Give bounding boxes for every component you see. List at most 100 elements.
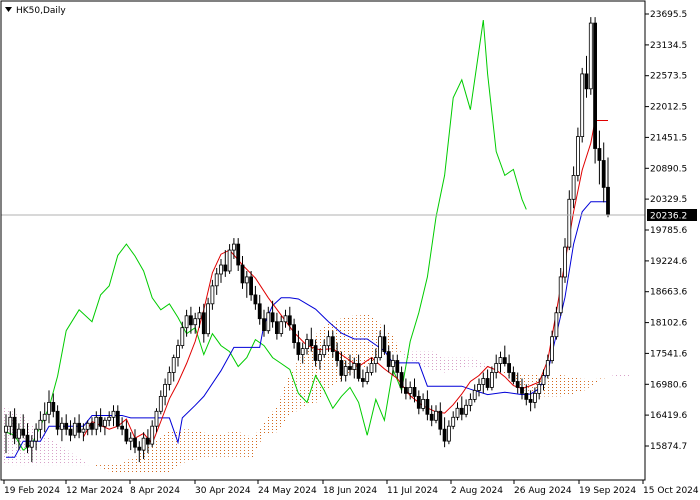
cloud-segment xyxy=(107,465,112,472)
candle-down xyxy=(601,160,606,188)
candle-up xyxy=(163,383,168,397)
cloud-segment xyxy=(279,396,284,427)
time-tick-label: 26 Aug 2024 xyxy=(514,486,572,496)
candle-down xyxy=(55,410,60,430)
cloud-segment xyxy=(128,458,133,473)
price-tick-label: 20329.5 xyxy=(650,195,687,205)
candle-up xyxy=(107,416,112,421)
cloud-segment xyxy=(390,335,396,352)
candle-up xyxy=(283,315,288,323)
price-tick-label: 21451.5 xyxy=(650,133,687,143)
candle-up xyxy=(72,422,77,436)
candle-down xyxy=(438,410,443,430)
candle-down xyxy=(292,324,297,344)
candle-up xyxy=(300,348,305,356)
price-tick-label: 23695.5 xyxy=(650,10,687,20)
candle-down xyxy=(520,386,524,394)
cloud-segment xyxy=(72,456,77,466)
candle-up xyxy=(227,249,232,272)
candle-down xyxy=(124,428,129,442)
candle-up xyxy=(464,404,469,415)
price-tick-label: 18663.6 xyxy=(650,288,687,298)
candle-down xyxy=(485,378,490,388)
cloud-segment xyxy=(94,465,99,467)
price-tick-label: 19224.6 xyxy=(650,257,687,267)
candle-up xyxy=(81,428,86,433)
candle-down xyxy=(223,264,228,272)
candle-up xyxy=(472,389,477,400)
cloud-segment xyxy=(597,378,602,380)
candle-down xyxy=(12,416,17,439)
cloud-segment xyxy=(111,465,116,472)
cloud-segment xyxy=(399,350,404,352)
price-axis: 23695.5 23134.5 22573.5 22012.5 21451.5 20890… xyxy=(645,10,697,452)
chikou-span-line xyxy=(5,20,527,451)
candle-up xyxy=(47,401,51,415)
cloud-segment xyxy=(429,351,434,371)
symbol-dropdown-icon[interactable] xyxy=(5,7,12,12)
cloud-segment xyxy=(227,432,232,457)
candle-down xyxy=(348,366,352,370)
cloud-segment xyxy=(253,432,258,450)
cloud-segment xyxy=(459,357,464,369)
candle-down xyxy=(145,437,150,445)
candle-up xyxy=(588,22,593,90)
cloud-segment xyxy=(162,433,168,473)
candle-up xyxy=(567,198,572,248)
cloud-segment xyxy=(223,433,228,457)
candle-down xyxy=(240,264,245,284)
cloud-segment xyxy=(236,431,241,457)
cloud-segment xyxy=(584,379,589,390)
time-tick-label: 30 Apr 2024 xyxy=(195,486,251,496)
cloud-segment xyxy=(468,357,473,367)
candle-up xyxy=(210,285,215,305)
candle-up xyxy=(369,363,374,373)
candle-down xyxy=(201,312,206,335)
candle-down xyxy=(274,321,279,335)
cloud-segment xyxy=(68,453,73,466)
candle-up xyxy=(85,422,90,430)
candle-down xyxy=(68,428,73,436)
cloud-segment xyxy=(124,460,129,473)
cloud-segment xyxy=(167,431,172,473)
candle-up xyxy=(451,416,456,427)
candle-down xyxy=(425,398,430,415)
cloud-segment xyxy=(296,362,301,410)
candle-up xyxy=(38,419,43,430)
cloud-segment xyxy=(59,446,65,466)
candle-up xyxy=(206,303,211,335)
chart-window[interactable]: 23695.5 23134.5 22573.5 22012.5 21451.5 20890… xyxy=(0,0,700,500)
cloud-segment xyxy=(42,434,47,466)
chart-canvas[interactable]: 23695.5 23134.5 22573.5 22012.5 21451.5 20890… xyxy=(0,0,700,500)
tenkan-sen-line xyxy=(82,120,608,445)
candle-up xyxy=(322,345,327,356)
time-tick-label: 12 Mar 2024 xyxy=(66,486,123,496)
candle-down xyxy=(335,351,340,362)
cloud-segment xyxy=(244,435,249,458)
time-tick-label: 11 Jul 2024 xyxy=(387,486,438,496)
candle-up xyxy=(373,357,378,365)
candle-down xyxy=(502,357,507,365)
candle-up xyxy=(103,419,107,427)
price-tick-label: 19785.6 xyxy=(650,226,687,236)
plot-border xyxy=(0,0,646,481)
candle-down xyxy=(360,378,365,382)
candle-up xyxy=(455,407,460,418)
candle-down xyxy=(606,186,610,216)
cloud-segment xyxy=(451,357,456,371)
candle-up xyxy=(541,375,546,385)
candle-up xyxy=(167,372,172,385)
cloud-segment xyxy=(550,377,555,397)
cloud-segment xyxy=(210,433,215,457)
cloud-segment xyxy=(558,374,563,397)
cloud-segment xyxy=(287,377,292,417)
cloud-segment xyxy=(81,460,86,466)
price-tick-label: 23134.5 xyxy=(650,41,687,51)
candle-up xyxy=(343,366,348,376)
symbol-label: HK50,Daily xyxy=(16,6,66,16)
candle-up xyxy=(446,425,451,442)
candle-up xyxy=(8,416,13,427)
cloud-segment xyxy=(580,378,585,391)
cloud-segment xyxy=(571,376,576,395)
candle-up xyxy=(434,410,438,421)
